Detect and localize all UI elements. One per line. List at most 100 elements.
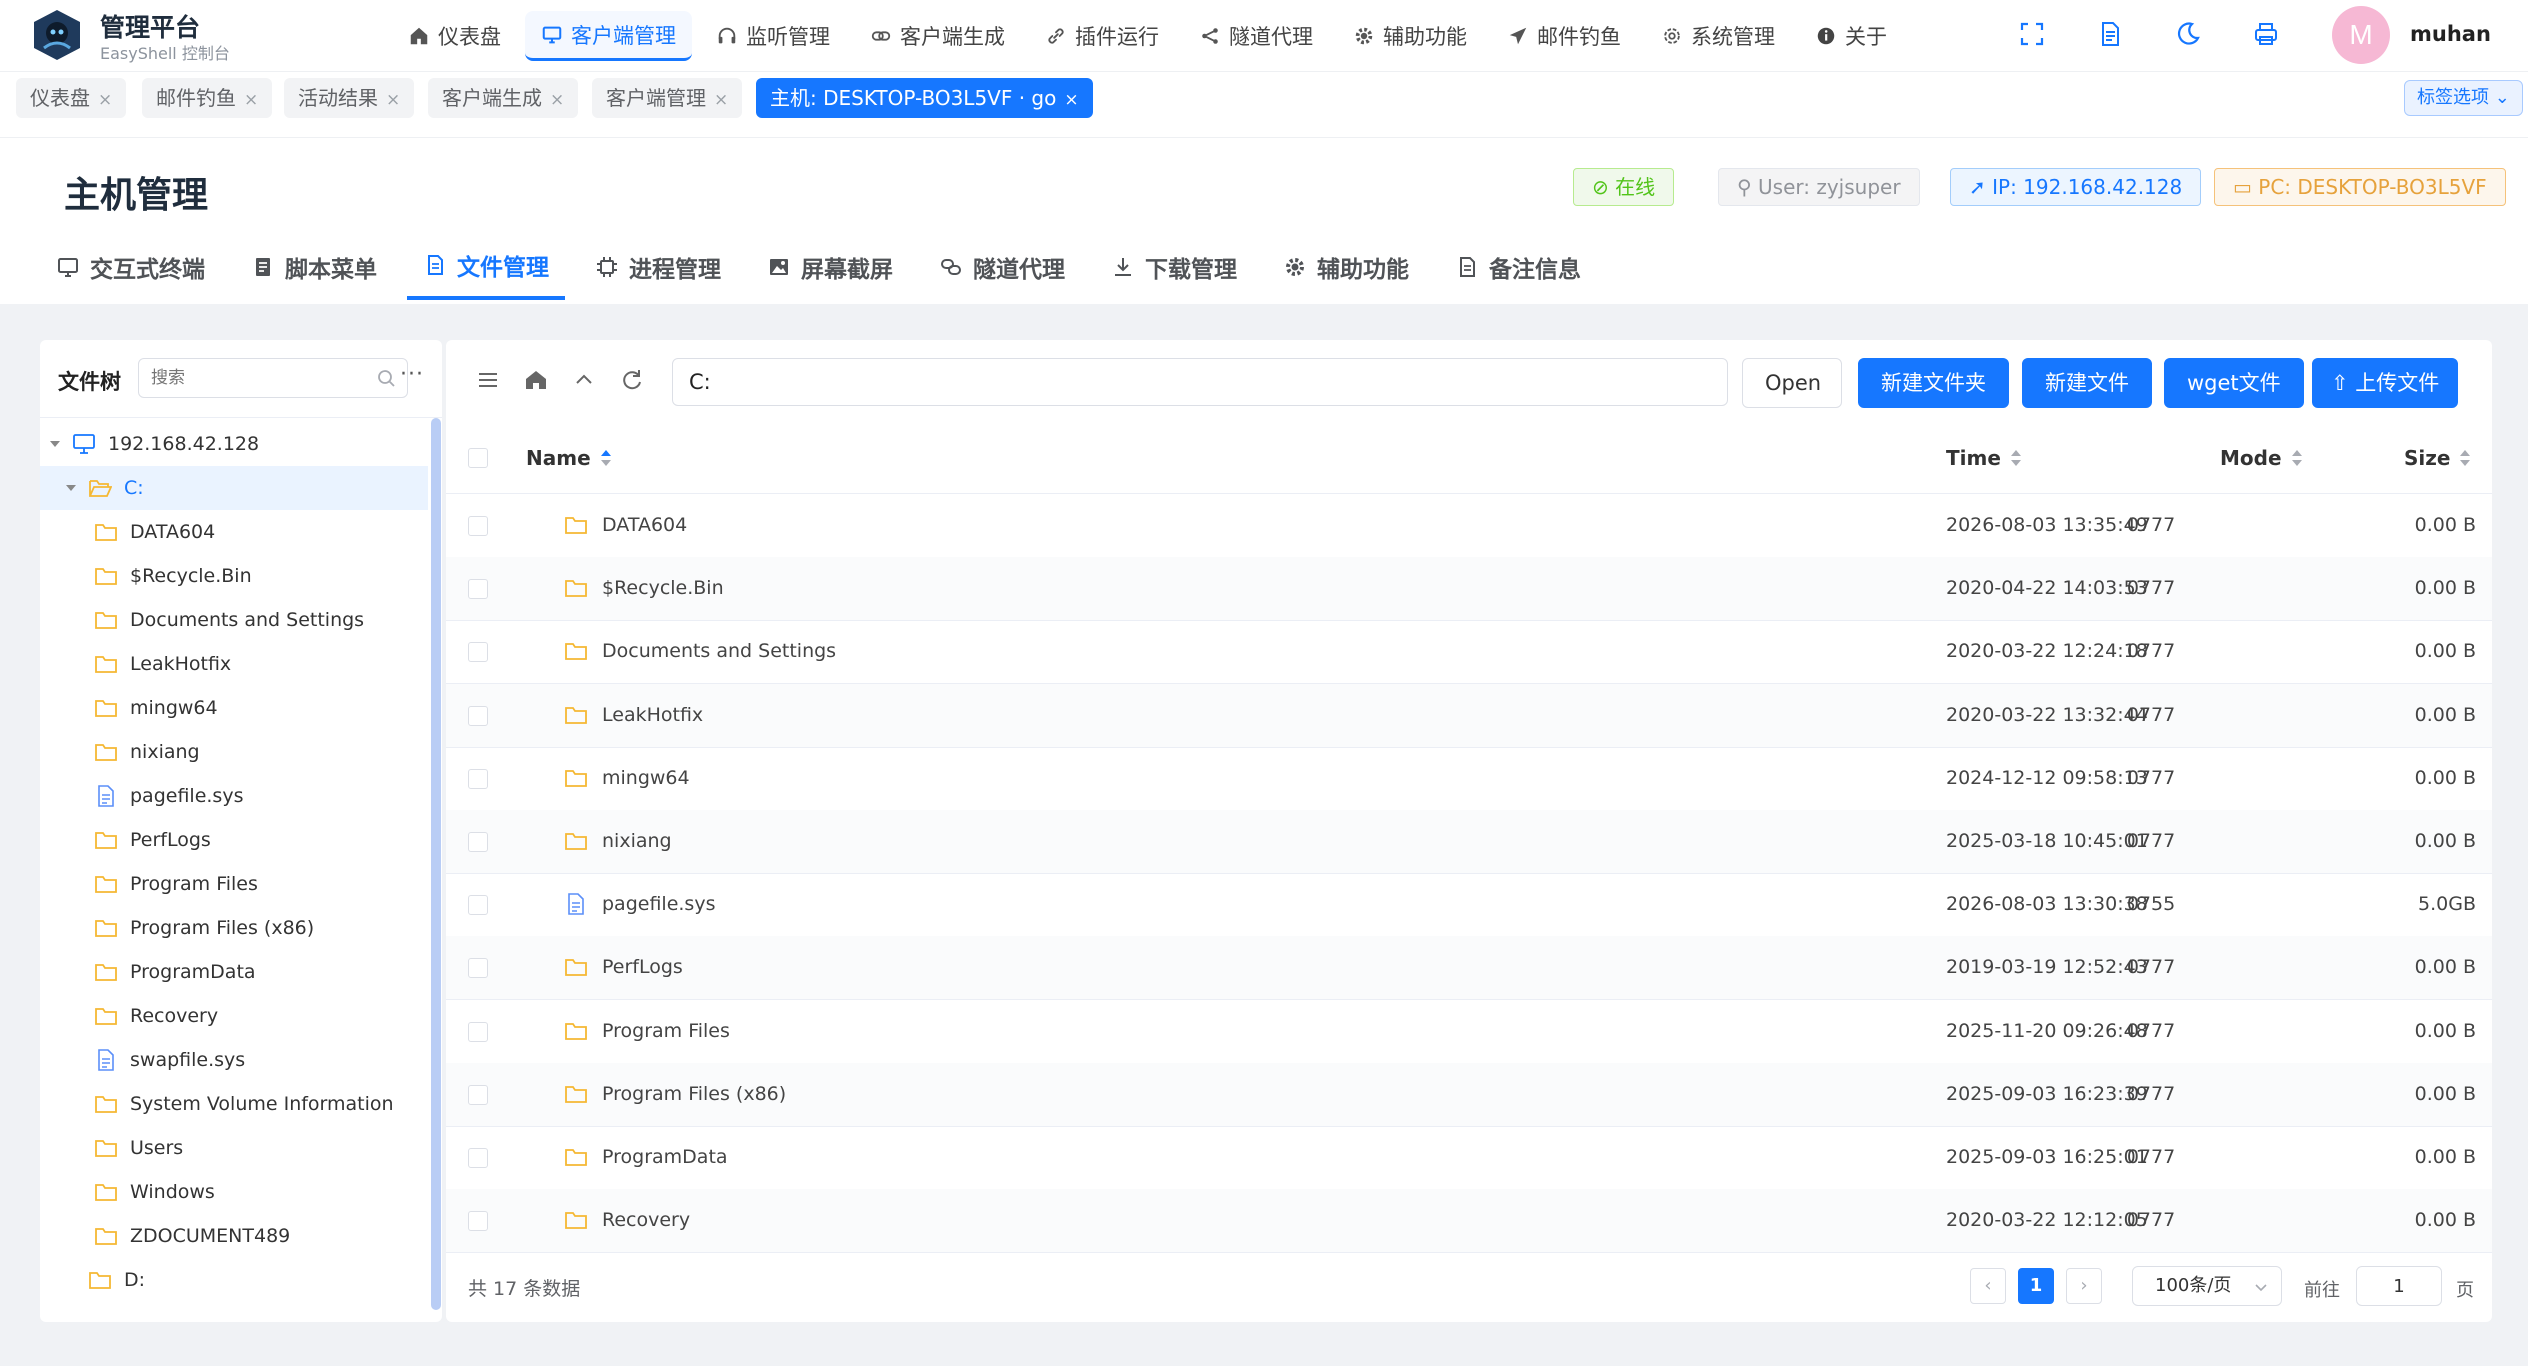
upload-file-button[interactable]: ⇧ 上传文件 <box>2312 358 2459 408</box>
sort-icon[interactable] <box>2290 448 2304 468</box>
table-row[interactable]: ProgramData 2025-09-03 16:25:01 0777 0.00 B <box>446 1126 2492 1190</box>
nav-item-listener-management[interactable]: 监听管理 <box>700 11 846 61</box>
row-checkbox[interactable] <box>468 1021 488 1042</box>
page-tab-activity-results[interactable]: 活动结果 × <box>284 78 415 118</box>
row-checkbox[interactable] <box>468 1148 488 1168</box>
row-checkbox[interactable] <box>468 642 488 663</box>
caret-down-icon[interactable] <box>62 479 80 497</box>
close-icon[interactable]: × <box>714 90 728 110</box>
table-row[interactable]: Recovery 2020-03-22 12:12:05 0777 0.00 B <box>446 1189 2492 1254</box>
column-header-mode[interactable]: Mode <box>2220 446 2304 470</box>
file-name-cell[interactable]: mingw64 <box>564 767 690 789</box>
chevron-up-icon[interactable] <box>570 366 598 394</box>
nav-item-about[interactable]: 关于 <box>1799 11 1903 61</box>
sort-icon[interactable] <box>2009 448 2023 468</box>
close-icon[interactable]: × <box>98 90 112 110</box>
tree-node[interactable]: swapfile.sys <box>40 1038 428 1082</box>
tree-node[interactable]: Program Files <box>40 862 428 906</box>
file-name-cell[interactable]: pagefile.sys <box>564 893 715 915</box>
table-row[interactable]: DATA604 2026-08-03 13:35:49 0777 0.00 B <box>446 494 2492 558</box>
tree-node[interactable]: Users <box>40 1126 428 1170</box>
goto-page-input[interactable] <box>2356 1266 2442 1306</box>
column-header-time[interactable]: Time <box>1946 446 2023 470</box>
wget-file-button[interactable]: wget文件 <box>2164 358 2304 408</box>
caret-down-icon[interactable] <box>46 435 64 453</box>
tree-node[interactable]: LeakHotfix <box>40 642 428 686</box>
row-checkbox[interactable] <box>468 832 488 852</box>
tree-node[interactable]: PerfLogs <box>40 818 428 862</box>
tab-process-management[interactable]: 进程管理 <box>579 234 737 300</box>
tab-terminal[interactable]: 交互式终端 <box>40 234 221 300</box>
page-size-select[interactable]: 100条/页 <box>2132 1266 2282 1306</box>
tree-node[interactable]: nixiang <box>40 730 428 774</box>
row-checkbox[interactable] <box>468 1211 488 1232</box>
file-name-cell[interactable]: ProgramData <box>564 1146 728 1168</box>
dark-mode-moon-icon[interactable] <box>2174 20 2202 48</box>
row-checkbox[interactable] <box>468 895 488 916</box>
tab-file-management[interactable]: 文件管理 <box>407 234 565 300</box>
nav-item-aux-functions[interactable]: 辅助功能 <box>1337 11 1483 61</box>
table-row[interactable]: Program Files (x86) 2025-09-03 16:23:39 07… <box>446 1062 2492 1127</box>
nav-item-client-generate[interactable]: 客户端生成 <box>854 11 1021 61</box>
select-all-checkbox[interactable] <box>468 448 488 468</box>
open-button[interactable]: Open <box>1742 358 1842 408</box>
table-row[interactable]: nixiang 2025-03-18 10:45:01 0777 0.00 B <box>446 810 2492 874</box>
new-file-button[interactable]: 新建文件 <box>2022 358 2152 408</box>
tree-node[interactable]: mingw64 <box>40 686 428 730</box>
table-row[interactable]: mingw64 2024-12-12 09:58:13 0777 0.00 B <box>446 747 2492 811</box>
tree-node[interactable]: Windows <box>40 1170 428 1214</box>
close-icon[interactable]: × <box>550 90 564 110</box>
page-tab-host[interactable]: 主机: DESKTOP-BO3L5VF · go × <box>756 78 1093 118</box>
table-row[interactable]: LeakHotfix 2020-03-22 13:32:44 0777 0.00 B <box>446 683 2492 748</box>
close-icon[interactable]: × <box>386 90 400 110</box>
tree-node[interactable]: Recovery <box>40 994 428 1038</box>
tab-screenshot[interactable]: 屏幕截屏 <box>751 234 909 300</box>
column-header-size[interactable]: Size <box>2404 446 2472 470</box>
tree-node[interactable]: Program Files (x86) <box>40 906 428 950</box>
tree-node[interactable]: System Volume Information <box>40 1082 428 1126</box>
table-row[interactable]: pagefile.sys 2026-08-03 13:30:38 0755 5.0GB <box>446 873 2492 938</box>
tab-tunnel-proxy[interactable]: 隧道代理 <box>923 234 1081 300</box>
nav-item-client-management[interactable]: 客户端管理 <box>525 11 692 61</box>
close-icon[interactable]: × <box>1064 90 1078 110</box>
tree-node[interactable]: 192.168.42.128 <box>40 422 428 466</box>
printer-icon[interactable] <box>2252 20 2280 48</box>
page-tab-client-management[interactable]: 客户端管理 × <box>592 78 743 118</box>
file-name-cell[interactable]: PerfLogs <box>564 956 683 978</box>
home-icon[interactable] <box>522 366 550 394</box>
path-input[interactable] <box>672 358 1728 406</box>
file-name-cell[interactable]: Recovery <box>564 1209 690 1231</box>
file-name-cell[interactable]: Documents and Settings <box>564 640 836 662</box>
file-name-cell[interactable]: Program Files (x86) <box>564 1083 786 1105</box>
prev-page-button[interactable]: ‹ <box>1970 1268 2006 1304</box>
tree-search-input[interactable] <box>138 358 408 398</box>
tab-aux-functions[interactable]: 辅助功能 <box>1267 234 1425 300</box>
file-name-cell[interactable]: $Recycle.Bin <box>564 577 724 599</box>
username[interactable]: muhan <box>2410 22 2491 46</box>
nav-item-system-management[interactable]: 系统管理 <box>1645 11 1791 61</box>
row-checkbox[interactable] <box>468 516 488 536</box>
nav-item-tunnel-proxy[interactable]: 隧道代理 <box>1183 11 1329 61</box>
new-folder-button[interactable]: 新建文件夹 <box>1858 358 2009 408</box>
tab-download-management[interactable]: 下载管理 <box>1095 234 1253 300</box>
page-number-current[interactable]: 1 <box>2018 1268 2054 1304</box>
tree-node[interactable]: Documents and Settings <box>40 598 428 642</box>
refresh-icon[interactable] <box>618 366 646 394</box>
row-checkbox[interactable] <box>468 958 488 979</box>
row-checkbox[interactable] <box>468 705 488 726</box>
row-checkbox[interactable] <box>468 1084 488 1105</box>
page-tab-mail-phishing[interactable]: 邮件钓鱼 × <box>142 78 273 118</box>
table-row[interactable]: Documents and Settings 2020-03-22 12:24:1… <box>446 620 2492 685</box>
sort-icon[interactable] <box>2458 448 2472 468</box>
file-name-cell[interactable]: DATA604 <box>564 514 687 536</box>
menu-icon[interactable] <box>474 366 502 394</box>
sort-icon[interactable] <box>599 448 613 468</box>
nav-item-plugin-run[interactable]: 插件运行 <box>1029 11 1175 61</box>
file-name-cell[interactable]: LeakHotfix <box>564 704 703 726</box>
fullscreen-icon[interactable] <box>2018 20 2046 48</box>
tree-node[interactable]: pagefile.sys <box>40 774 428 818</box>
more-options-button[interactable]: ··· <box>392 362 432 392</box>
page-tab-dashboard[interactable]: 仪表盘 × <box>16 78 127 118</box>
nav-item-dashboard[interactable]: 仪表盘 <box>392 11 517 61</box>
next-page-button[interactable]: › <box>2066 1268 2102 1304</box>
